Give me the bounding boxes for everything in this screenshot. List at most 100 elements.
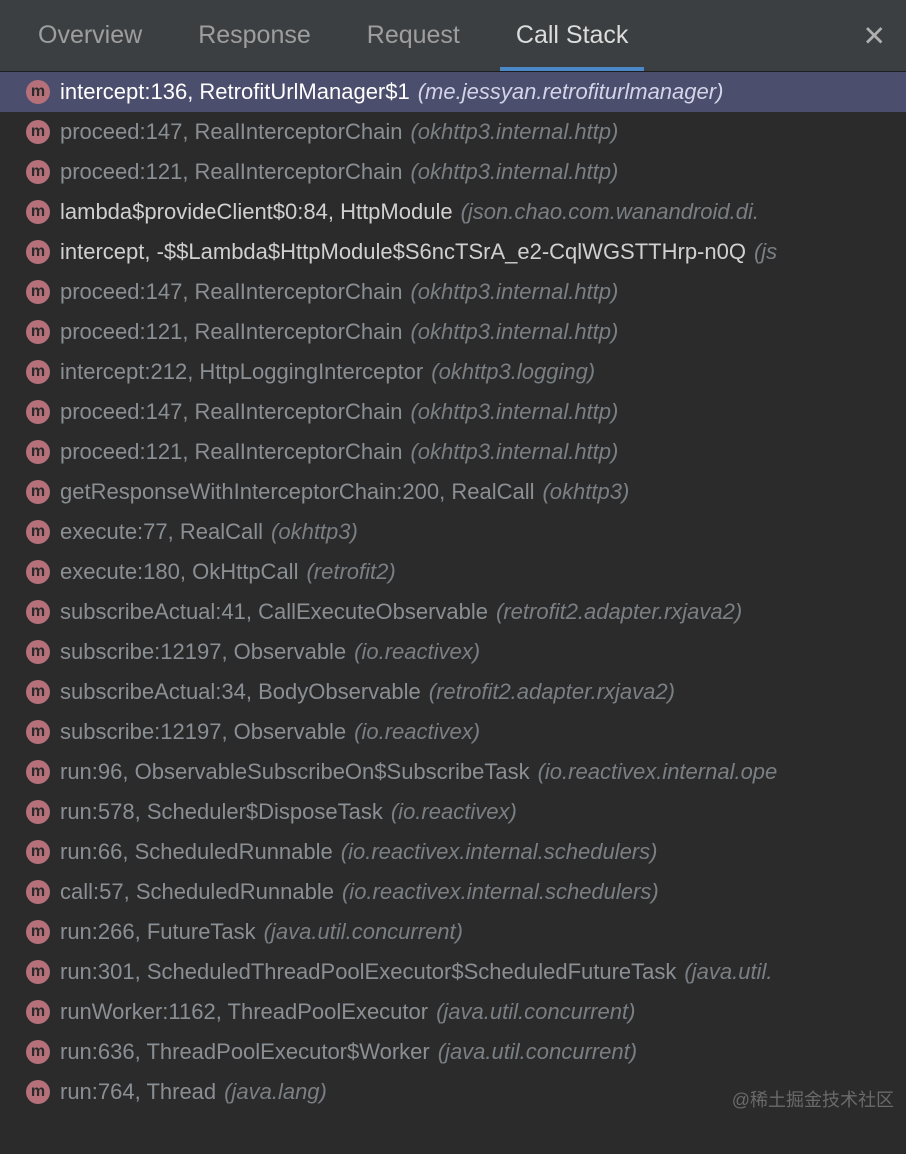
frame-method: run:66, ScheduledRunnable [60, 839, 333, 865]
stack-frame[interactable]: m proceed:121, RealInterceptorChain (okhtt… [0, 152, 906, 192]
method-icon: m [26, 160, 50, 184]
frame-package: (retrofit2) [306, 559, 395, 585]
frame-method: run:266, FutureTask [60, 919, 256, 945]
stack-frame[interactable]: m proceed:147, RealInterceptorChain (okhtt… [0, 392, 906, 432]
method-icon: m [26, 1040, 50, 1064]
tab-request[interactable]: Request [339, 0, 488, 71]
method-icon: m [26, 360, 50, 384]
frame-package: (retrofit2.adapter.rxjava2) [429, 679, 675, 705]
stack-frame[interactable]: m subscribe:12197, Observable (io.reactive… [0, 712, 906, 752]
frame-method: intercept:212, HttpLoggingInterceptor [60, 359, 423, 385]
frame-method: execute:77, RealCall [60, 519, 263, 545]
close-icon[interactable]: ✕ [863, 19, 886, 52]
stack-frame[interactable]: m run:266, FutureTask (java.util.concurren… [0, 912, 906, 952]
stack-frame[interactable]: mproceed:121, RealInterceptorChain(okhtt… [0, 432, 906, 472]
frame-package: (okhttp3.internal.http) [410, 319, 618, 345]
frame-package: (okhttp3.internal.http) [410, 159, 618, 185]
method-icon: m [26, 760, 50, 784]
frame-package: (retrofit2.adapter.rxjava2) [496, 599, 742, 625]
frame-package: (okhttp3.internal.http) [410, 119, 618, 145]
method-icon: m [26, 560, 50, 584]
frame-package: (io.reactivex.internal.ope [538, 759, 778, 785]
frame-method: intercept, -$$Lambda$HttpModule$S6ncTSrA… [60, 239, 746, 265]
method-icon: m [26, 1000, 50, 1024]
frame-method: proceed:121, RealInterceptorChain [60, 319, 402, 345]
frame-package: (okhttp3.logging) [431, 359, 595, 385]
stack-frame[interactable]: m run:66, ScheduledRunnable (io.reactivex.… [0, 832, 906, 872]
stack-frame[interactable]: m execute:180, OkHttpCall (retrofit2) [0, 552, 906, 592]
stack-frame[interactable]: m call:57, ScheduledRunnable (io.reactivex… [0, 872, 906, 912]
frame-package: (okhttp3) [542, 479, 629, 505]
frame-method: proceed:147, RealInterceptorChain [60, 119, 402, 145]
method-icon: m [26, 880, 50, 904]
frame-package: (java.util.concurrent) [436, 999, 635, 1025]
frame-method: runWorker:1162, ThreadPoolExecutor [60, 999, 428, 1025]
frame-method: run:96, ObservableSubscribeOn$SubscribeT… [60, 759, 530, 785]
method-icon: m [26, 80, 50, 104]
frame-package: (okhttp3) [271, 519, 358, 545]
frame-package: (js [754, 239, 777, 265]
frame-method: lambda$provideClient$0:84, HttpModule [60, 199, 453, 225]
frame-method: subscribe:12197, Observable [60, 719, 346, 745]
method-icon: m [26, 320, 50, 344]
frame-method: run:764, Thread [60, 1079, 216, 1105]
stack-frame[interactable]: mexecute:77, RealCall(okhttp3) [0, 512, 906, 552]
frame-package: (java.util.concurrent) [264, 919, 463, 945]
frame-method: call:57, ScheduledRunnable [60, 879, 334, 905]
stack-frame[interactable]: m intercept:136, RetrofitUrlManager$1 (me.… [0, 72, 906, 112]
method-icon: m [26, 480, 50, 504]
frame-method: getResponseWithInterceptorChain:200, Rea… [60, 479, 534, 505]
stack-frame[interactable]: m run:578, Scheduler$DisposeTask (io.react… [0, 792, 906, 832]
tab-overview[interactable]: Overview [10, 0, 170, 71]
method-icon: m [26, 840, 50, 864]
stack-frame[interactable]: msubscribeActual:41, CallExecuteObservab… [0, 592, 906, 632]
method-icon: m [26, 440, 50, 464]
frame-method: intercept:136, RetrofitUrlManager$1 [60, 79, 410, 105]
frame-method: subscribeActual:34, BodyObservable [60, 679, 421, 705]
stack-frame[interactable]: m run:636, ThreadPoolExecutor$Worker (java… [0, 1032, 906, 1072]
frame-package: (okhttp3.internal.http) [410, 399, 618, 425]
frame-package: (io.reactivex) [354, 719, 480, 745]
method-icon: m [26, 920, 50, 944]
stack-frame[interactable]: mlambda$provideClient$0:84, HttpModule(j… [0, 192, 906, 232]
stack-frame[interactable]: msubscribe:12197, Observable(io.reactive… [0, 632, 906, 672]
frame-method: run:636, ThreadPoolExecutor$Worker [60, 1039, 430, 1065]
method-icon: m [26, 200, 50, 224]
stack-frame[interactable]: m intercept:212, HttpLoggingInterceptor (o… [0, 352, 906, 392]
stack-frame[interactable]: m getResponseWithInterceptorChain:200, Re… [0, 472, 906, 512]
stack-frame[interactable]: m proceed:121, RealInterceptorChain (okhtt… [0, 312, 906, 352]
stack-frame[interactable]: mproceed:147, RealInterceptorChain(okhtt… [0, 112, 906, 152]
stack-frame[interactable]: m run:96, ObservableSubscribeOn$Subscribe… [0, 752, 906, 792]
method-icon: m [26, 720, 50, 744]
frame-package: (io.reactivex.internal.schedulers) [341, 839, 658, 865]
stack-frame[interactable]: m subscribeActual:34, BodyObservable (retr… [0, 672, 906, 712]
frame-package: (me.jessyan.retrofiturlmanager) [418, 79, 724, 105]
method-icon: m [26, 240, 50, 264]
frame-package: (io.reactivex) [391, 799, 517, 825]
stack-frame[interactable]: m intercept, -$$Lambda$HttpModule$S6ncTSr… [0, 232, 906, 272]
frame-package: (java.util.concurrent) [438, 1039, 637, 1065]
frame-method: proceed:147, RealInterceptorChain [60, 399, 402, 425]
frame-package: (okhttp3.internal.http) [410, 279, 618, 305]
method-icon: m [26, 600, 50, 624]
frame-method: proceed:147, RealInterceptorChain [60, 279, 402, 305]
stack-frame[interactable]: mrun:301, ScheduledThreadPoolExecutor$Sc… [0, 952, 906, 992]
method-icon: m [26, 800, 50, 824]
method-icon: m [26, 680, 50, 704]
frame-package: (java.util. [684, 959, 772, 985]
method-icon: m [26, 640, 50, 664]
method-icon: m [26, 1080, 50, 1104]
frame-method: run:301, ScheduledThreadPoolExecutor$Sch… [60, 959, 676, 985]
frame-method: execute:180, OkHttpCall [60, 559, 298, 585]
frame-package: (io.reactivex) [354, 639, 480, 665]
tab-response[interactable]: Response [170, 0, 339, 71]
frame-package: (io.reactivex.internal.schedulers) [342, 879, 659, 905]
stack-frame[interactable]: mproceed:147, RealInterceptorChain(okhtt… [0, 272, 906, 312]
frame-method: run:578, Scheduler$DisposeTask [60, 799, 383, 825]
method-icon: m [26, 400, 50, 424]
frame-package: (okhttp3.internal.http) [410, 439, 618, 465]
stack-frame[interactable]: m runWorker:1162, ThreadPoolExecutor (java… [0, 992, 906, 1032]
frame-package: (java.lang) [224, 1079, 327, 1105]
tab-callstack[interactable]: Call Stack [488, 0, 657, 71]
frame-method: proceed:121, RealInterceptorChain [60, 159, 402, 185]
